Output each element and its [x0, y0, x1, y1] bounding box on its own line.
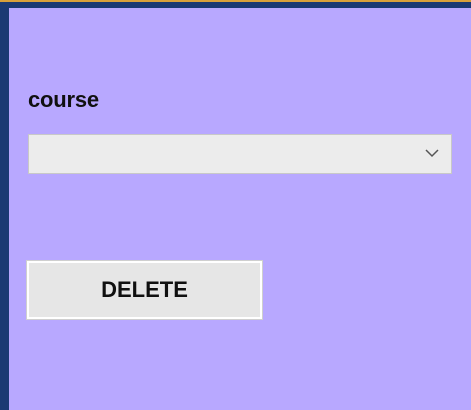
delete-button[interactable]: DELETE [26, 260, 263, 320]
window-frame-top-border [0, 0, 471, 2]
course-label: course [28, 87, 99, 112]
chevron-down-icon [425, 149, 439, 158]
form-panel: course DELETE [9, 8, 471, 410]
course-select[interactable] [28, 134, 452, 174]
